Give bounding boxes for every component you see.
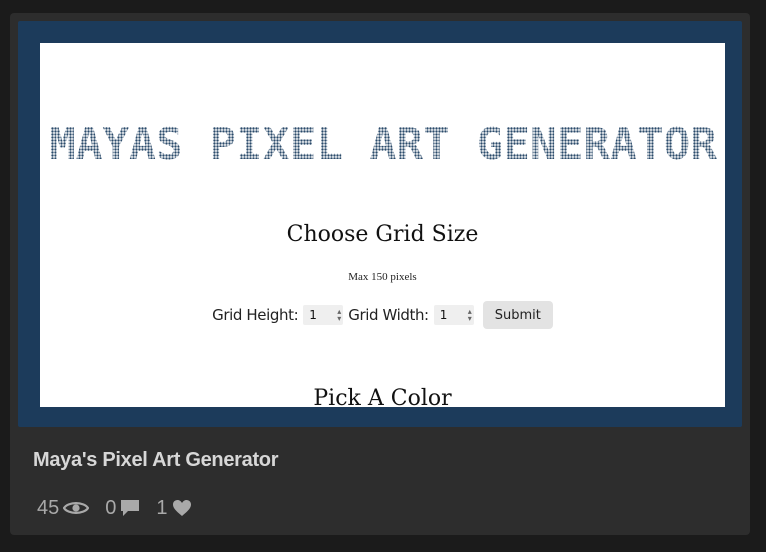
grid-height-spinner[interactable]: ▴ ▾ <box>337 308 341 323</box>
pixel-banner: MAYAS PIXEL ART GENERATOR <box>40 121 725 163</box>
banner-text: MAYAS PIXEL ART GENERATOR <box>49 121 718 163</box>
comments-stat[interactable]: 0 <box>105 497 140 520</box>
pen-card[interactable]: MAYAS PIXEL ART GENERATOR Choose Grid Si… <box>10 13 750 535</box>
grid-width-value: 1 <box>439 308 448 322</box>
views-stat: 45 <box>37 496 90 520</box>
preview-page: MAYAS PIXEL ART GENERATOR Choose Grid Si… <box>40 43 725 407</box>
submit-button[interactable]: Submit <box>482 301 553 329</box>
likes-stat[interactable]: 1 <box>156 497 191 520</box>
grid-size-form: Grid Height: 1 ▴ ▾ Grid Width: 1 ▴ ▾ Submi… <box>40 301 725 329</box>
pen-title[interactable]: Maya's Pixel Art Generator <box>33 449 279 472</box>
eye-icon <box>63 502 90 514</box>
comment-icon <box>121 500 140 516</box>
max-pixels-note: Max 150 pixels <box>348 271 417 283</box>
grid-height-input[interactable]: 1 ▴ ▾ <box>303 305 344 325</box>
views-count: 45 <box>37 496 60 519</box>
heart-icon[interactable] <box>172 499 192 517</box>
pick-color-title: Pick A Color <box>313 386 452 407</box>
grid-height-value: 1 <box>309 308 317 322</box>
preview-frame[interactable]: MAYAS PIXEL ART GENERATOR Choose Grid Si… <box>18 21 742 427</box>
comments-count: 0 <box>105 496 117 519</box>
likes-count: 1 <box>156 496 168 519</box>
pen-stats: 45 0 1 <box>37 496 208 520</box>
grid-width-label: Grid Width: <box>348 306 429 324</box>
grid-height-label: Grid Height: <box>212 306 299 324</box>
grid-width-spinner[interactable]: ▴ ▾ <box>468 308 472 323</box>
choose-grid-title: Choose Grid Size <box>286 222 479 247</box>
grid-width-input[interactable]: 1 ▴ ▾ <box>433 305 474 325</box>
banner-logo: MAYAS PIXEL ART GENERATOR <box>49 121 718 163</box>
